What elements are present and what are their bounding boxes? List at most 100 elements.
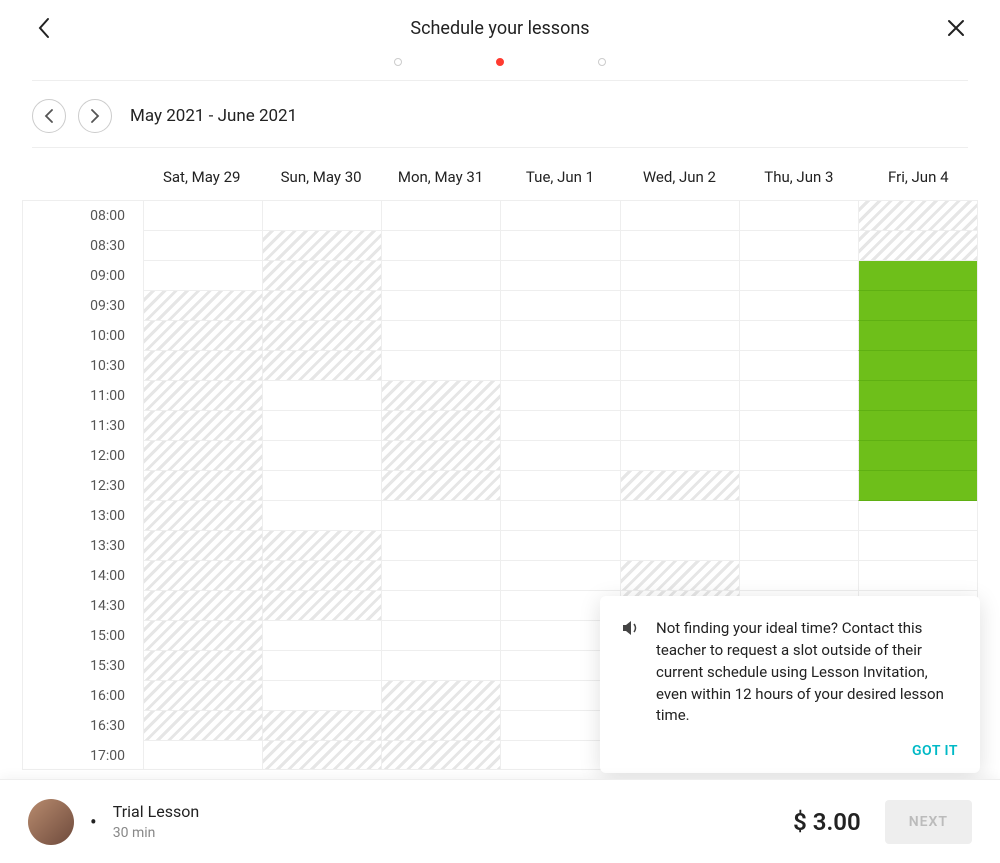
time-slot-cell[interactable] [500, 291, 619, 321]
time-slot-cell[interactable] [500, 471, 619, 501]
close-button[interactable] [944, 16, 968, 40]
time-label: 10:00 [23, 321, 143, 351]
time-slot-cell[interactable] [620, 501, 739, 531]
time-slot-cell[interactable] [739, 291, 858, 321]
time-slot-cell[interactable] [620, 201, 739, 231]
time-slot-cell[interactable] [620, 531, 739, 561]
time-slot-cell[interactable] [620, 381, 739, 411]
step-indicator [32, 50, 968, 81]
back-button[interactable] [32, 16, 56, 40]
time-slot-cell[interactable] [500, 261, 619, 291]
time-slot-cell[interactable] [858, 411, 977, 441]
time-slot-cell [143, 621, 262, 651]
time-slot-cell[interactable] [739, 501, 858, 531]
tooltip-got-it-button[interactable]: GOT IT [622, 743, 958, 759]
time-label: 14:30 [23, 591, 143, 621]
time-slot-cell[interactable] [500, 201, 619, 231]
time-slot-cell[interactable] [739, 381, 858, 411]
time-slot-cell[interactable] [262, 681, 381, 711]
time-slot-cell[interactable] [620, 441, 739, 471]
time-slot-cell[interactable] [381, 591, 500, 621]
time-slot-cell[interactable] [381, 651, 500, 681]
time-slot-cell[interactable] [381, 561, 500, 591]
time-label: 11:00 [23, 381, 143, 411]
time-slot-cell[interactable] [739, 261, 858, 291]
time-slot-cell [381, 441, 500, 471]
time-slot-cell [143, 501, 262, 531]
tooltip-text: Not finding your ideal time? Contact thi… [656, 618, 958, 727]
time-slot-cell[interactable] [858, 291, 977, 321]
time-slot-cell[interactable] [739, 201, 858, 231]
time-slot-cell[interactable] [381, 261, 500, 291]
time-slot-cell[interactable] [381, 291, 500, 321]
time-slot-cell [381, 741, 500, 770]
time-slot-cell[interactable] [381, 531, 500, 561]
time-slot-cell[interactable] [143, 201, 262, 231]
time-slot-cell [262, 261, 381, 291]
time-slot-cell[interactable] [858, 261, 977, 291]
time-slot-cell[interactable] [739, 351, 858, 381]
time-label: 08:00 [23, 201, 143, 231]
time-slot-cell[interactable] [620, 321, 739, 351]
time-slot-cell[interactable] [262, 201, 381, 231]
time-slot-cell[interactable] [262, 381, 381, 411]
time-slot-cell[interactable] [739, 321, 858, 351]
time-slot-cell[interactable] [739, 411, 858, 441]
time-slot-cell[interactable] [262, 441, 381, 471]
time-slot-cell[interactable] [262, 411, 381, 441]
time-slot-cell[interactable] [739, 471, 858, 501]
prev-week-button[interactable] [32, 99, 66, 133]
time-slot-cell[interactable] [262, 471, 381, 501]
time-label: 09:00 [23, 261, 143, 291]
time-slot-cell[interactable] [858, 321, 977, 351]
day-header: Thu, Jun 3 [739, 168, 858, 186]
time-slot-cell[interactable] [381, 321, 500, 351]
step-dot-3 [598, 58, 606, 66]
time-slot-cell[interactable] [381, 501, 500, 531]
time-slot-cell[interactable] [739, 561, 858, 591]
time-slot-cell[interactable] [500, 321, 619, 351]
time-slot-cell[interactable] [620, 291, 739, 321]
time-slot-cell[interactable] [620, 231, 739, 261]
time-slot-cell[interactable] [858, 471, 977, 501]
time-slot-cell[interactable] [262, 501, 381, 531]
time-slot-cell [262, 531, 381, 561]
time-slot-cell[interactable] [858, 381, 977, 411]
time-slot-cell[interactable] [858, 351, 977, 381]
time-slot-cell[interactable] [143, 261, 262, 291]
time-slot-cell[interactable] [620, 351, 739, 381]
time-slot-cell[interactable] [381, 351, 500, 381]
time-slot-cell[interactable] [858, 561, 977, 591]
time-slot-cell[interactable] [620, 261, 739, 291]
time-slot-cell[interactable] [858, 501, 977, 531]
time-slot-cell[interactable] [381, 621, 500, 651]
time-slot-cell[interactable] [620, 411, 739, 441]
time-slot-cell[interactable] [858, 441, 977, 471]
time-slot-cell[interactable] [500, 411, 619, 441]
time-slot-cell[interactable] [262, 621, 381, 651]
time-label: 12:00 [23, 441, 143, 471]
time-slot-cell[interactable] [500, 531, 619, 561]
time-slot-cell[interactable] [739, 231, 858, 261]
time-slot-cell[interactable] [381, 201, 500, 231]
time-slot-cell[interactable] [500, 351, 619, 381]
speaker-icon [622, 620, 640, 636]
time-slot-cell[interactable] [262, 651, 381, 681]
next-week-button[interactable] [78, 99, 112, 133]
time-slot-cell[interactable] [381, 231, 500, 261]
time-slot-cell[interactable] [739, 441, 858, 471]
time-slot-cell [262, 351, 381, 381]
time-slot-cell[interactable] [500, 501, 619, 531]
time-slot-cell[interactable] [143, 231, 262, 261]
time-slot-cell[interactable] [858, 531, 977, 561]
teacher-avatar[interactable] [28, 799, 74, 845]
next-button[interactable]: NEXT [885, 800, 972, 844]
time-slot-cell [143, 381, 262, 411]
time-slot-cell[interactable] [500, 441, 619, 471]
time-slot-cell[interactable] [500, 561, 619, 591]
time-slot-cell[interactable] [500, 231, 619, 261]
time-slot-cell[interactable] [143, 741, 262, 770]
time-slot-cell[interactable] [500, 381, 619, 411]
time-slot-cell [143, 321, 262, 351]
time-slot-cell[interactable] [739, 531, 858, 561]
